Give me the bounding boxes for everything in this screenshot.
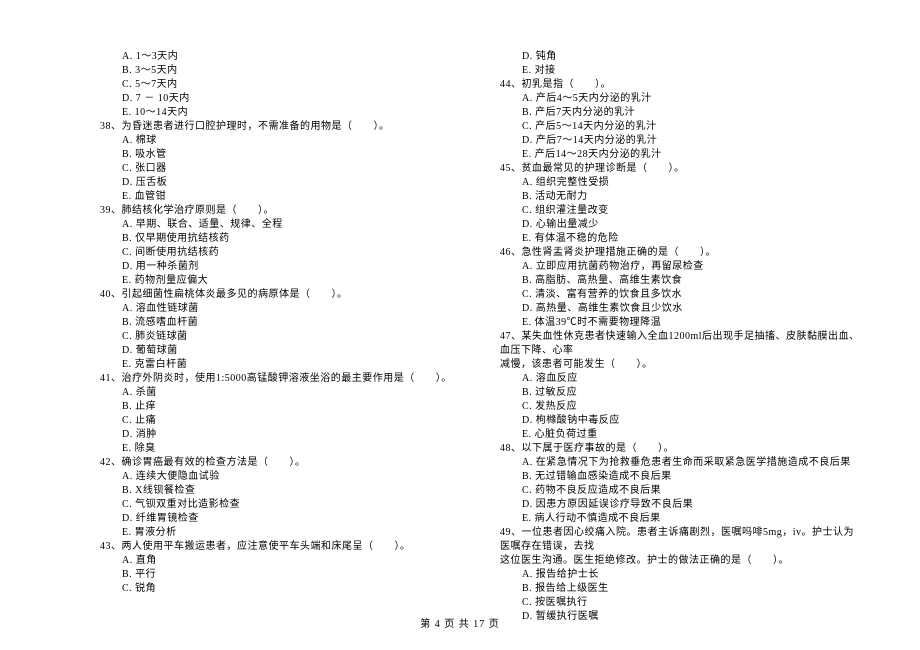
answer-option: E. 除臭 [122, 442, 460, 456]
page-number: 第 4 页 共 17 页 [420, 619, 500, 630]
answer-option: B. 过敏反应 [522, 386, 860, 400]
answer-option: B. 流感嗜血杆菌 [122, 316, 460, 330]
answer-option: D. 心输出量减少 [522, 218, 860, 232]
answer-option: E. 产后14～28天内分泌的乳汁 [522, 148, 860, 162]
answer-option: A. 报告给护士长 [522, 568, 860, 582]
answer-option: E. 对接 [522, 64, 860, 78]
answer-option: A. 立即应用抗菌药物治疗，再留尿检查 [522, 260, 860, 274]
answer-option: C. 止痛 [122, 414, 460, 428]
answer-option: B. 止痒 [122, 400, 460, 414]
question-text: 42、确诊胃癌最有效的检查方法是（ ）。 [100, 456, 460, 470]
answer-option: D. 钝角 [522, 50, 860, 64]
answer-option: A. 在紧急情况下为抢救垂危患者生命而采取紧急医学措施造成不良后果 [522, 456, 860, 470]
answer-option: B. 产后7天内分泌的乳汁 [522, 106, 860, 120]
answer-option: D. 纤维胃镜检查 [122, 512, 460, 526]
answer-option: B. 无过错输血感染造成不良后果 [522, 470, 860, 484]
answer-option: C. 发热反应 [522, 400, 860, 414]
answer-option: B. 吸水管 [122, 148, 460, 162]
answer-option: A. 产后4～5天内分泌的乳汁 [522, 92, 860, 106]
page-footer: 第 4 页 共 17 页 [0, 615, 920, 630]
question-continuation: 这位医生沟通。医生拒绝修改。护士的做法正确的是（ ）。 [500, 554, 860, 568]
answer-option: D. 消肿 [122, 428, 460, 442]
answer-option: C. 肺炎链球菌 [122, 330, 460, 344]
left-column: A. 1～3天内B. 3～5天内C. 5～7天内D. 7 － 10天内E. 10… [100, 50, 490, 624]
question-text: 45、贫血最常见的护理诊断是（ ）。 [500, 162, 860, 176]
answer-option: C. 按医嘱执行 [522, 596, 860, 610]
answer-option: E. 体温39℃时不需要物理降温 [522, 316, 860, 330]
answer-option: B. 高脂肪、高热量、高维生素饮食 [522, 274, 860, 288]
answer-option: E. 克雷白杆菌 [122, 358, 460, 372]
question-text: 38、为昏迷患者进行口腔护理时，不需准备的用物是（ ）。 [100, 120, 460, 134]
answer-option: A. 直角 [122, 554, 460, 568]
answer-option: B. 3～5天内 [122, 64, 460, 78]
answer-option: D. 压舌板 [122, 176, 460, 190]
answer-option: E. 有体温不稳的危险 [522, 232, 860, 246]
answer-option: C. 药物不良反应造成不良后果 [522, 484, 860, 498]
page-content: A. 1～3天内B. 3～5天内C. 5～7天内D. 7 － 10天内E. 10… [0, 0, 920, 624]
answer-option: C. 间断使用抗结核药 [122, 246, 460, 260]
answer-option: C. 产后5～14天内分泌的乳汁 [522, 120, 860, 134]
answer-option: D. 枸橼酸钠中毒反应 [522, 414, 860, 428]
answer-option: C. 锐角 [122, 582, 460, 596]
answer-option: D. 高热量、高维生素饮食且少饮水 [522, 302, 860, 316]
answer-option: D. 因患方原因延误诊疗导致不良后果 [522, 498, 860, 512]
question-text: 48、以下属于医疗事故的是（ ）。 [500, 442, 860, 456]
answer-option: E. 药物剂量应偏大 [122, 274, 460, 288]
answer-option: C. 清淡、富有营养的饮食且多饮水 [522, 288, 860, 302]
question-text: 40、引起细菌性扁桃体炎最多见的病原体是（ ）。 [100, 288, 460, 302]
answer-option: E. 胃液分析 [122, 526, 460, 540]
answer-option: C. 张口器 [122, 162, 460, 176]
question-text: 49、一位患者因心绞痛入院。患者主诉痛剧烈，医嘱吗啡5mg，iv。护士认为医嘱存… [500, 526, 860, 554]
answer-option: A. 杀菌 [122, 386, 460, 400]
question-text: 41、治疗外阴炎时，使用1:5000高锰酸钾溶液坐浴的最主要作用是（ ）。 [100, 372, 460, 386]
answer-option: B. 活动无耐力 [522, 190, 860, 204]
question-text: 46、急性肾盂肾炎护理措施正确的是（ ）。 [500, 246, 860, 260]
question-text: 47、某失血性休克患者快速输入全血1200ml后出现手足抽搐、皮肤黏膜出血、血压… [500, 330, 860, 358]
answer-option: A. 棉球 [122, 134, 460, 148]
answer-option: A. 组织完整性受损 [522, 176, 860, 190]
answer-option: B. X线钡餐检查 [122, 484, 460, 498]
question-text: 39、肺结核化学治疗原则是（ ）。 [100, 204, 460, 218]
answer-option: E. 病人行动不慎造成不良后果 [522, 512, 860, 526]
answer-option: E. 心脏负荷过重 [522, 428, 860, 442]
answer-option: D. 7 － 10天内 [122, 92, 460, 106]
answer-option: A. 连续大便隐血试验 [122, 470, 460, 484]
answer-option: A. 早期、联合、适量、规律、全程 [122, 218, 460, 232]
answer-option: C. 组织灌注量改变 [522, 204, 860, 218]
question-text: 43、两人使用平车搬运患者，应注意使平车头端和床尾呈（ ）。 [100, 540, 460, 554]
question-continuation: 减慢，该患者可能发生（ ）。 [500, 358, 860, 372]
answer-option: B. 仅早期使用抗结核药 [122, 232, 460, 246]
right-column: D. 钝角E. 对接44、初乳是指（ ）。A. 产后4～5天内分泌的乳汁B. 产… [490, 50, 860, 624]
answer-option: A. 溶血反应 [522, 372, 860, 386]
question-text: 44、初乳是指（ ）。 [500, 78, 860, 92]
answer-option: E. 血管钳 [122, 190, 460, 204]
answer-option: A. 溶血性链球菌 [122, 302, 460, 316]
answer-option: D. 产后7～14天内分泌的乳汁 [522, 134, 860, 148]
answer-option: D. 葡萄球菌 [122, 344, 460, 358]
answer-option: D. 用一种杀菌剂 [122, 260, 460, 274]
answer-option: A. 1～3天内 [122, 50, 460, 64]
answer-option: B. 平行 [122, 568, 460, 582]
answer-option: B. 报告给上级医生 [522, 582, 860, 596]
answer-option: E. 10～14天内 [122, 106, 460, 120]
answer-option: C. 5～7天内 [122, 78, 460, 92]
answer-option: C. 气钡双重对比造影检查 [122, 498, 460, 512]
